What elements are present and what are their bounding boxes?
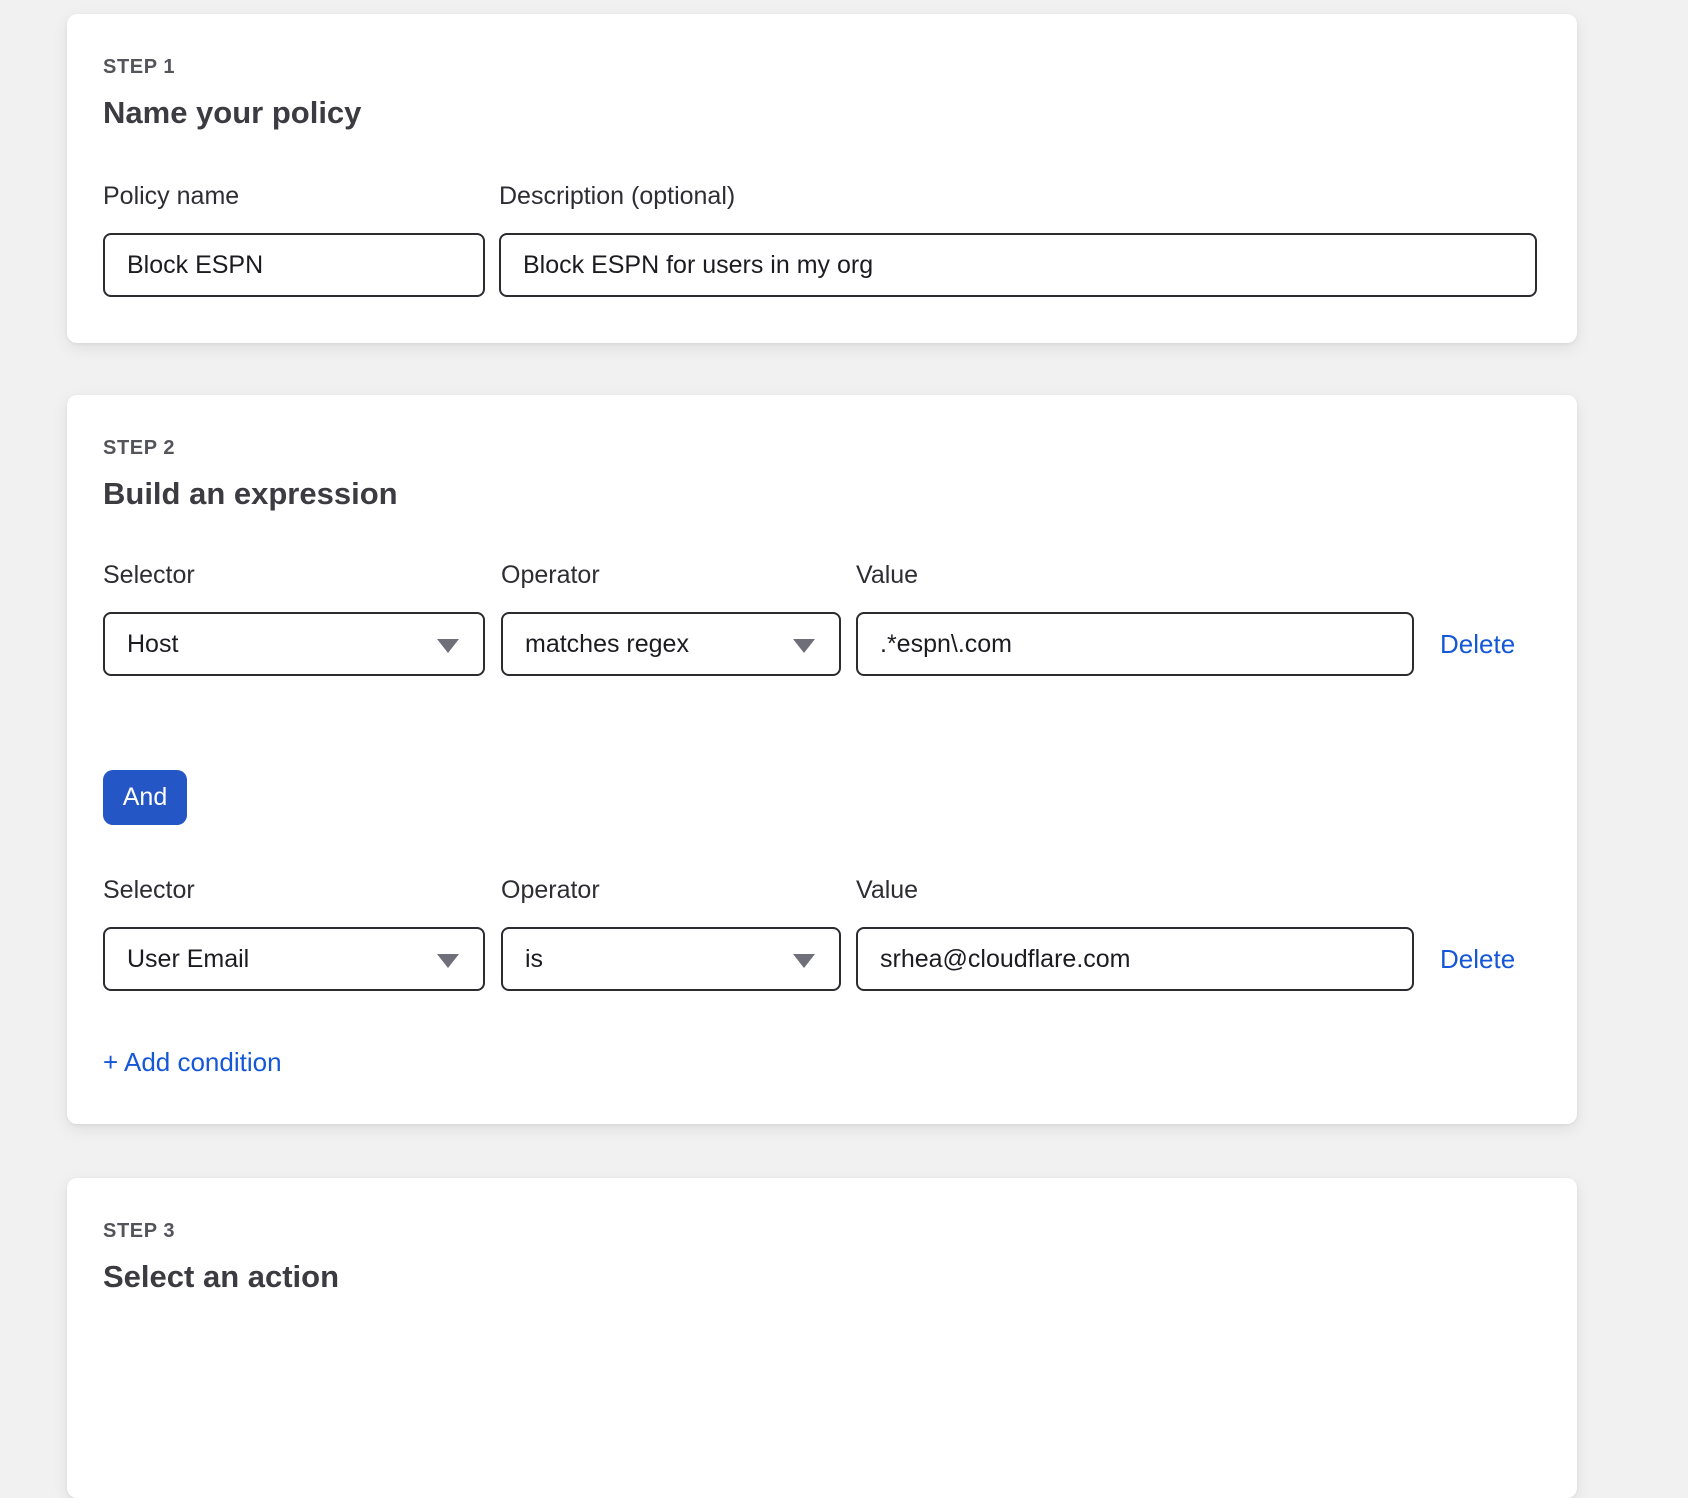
value-label: Value	[856, 875, 1414, 905]
chevron-down-icon	[793, 639, 815, 653]
operator-dropdown-2-value: is	[525, 945, 543, 974]
step1-card: STEP 1 Name your policy Policy name Desc…	[67, 14, 1577, 343]
step3-title: Select an action	[103, 1259, 1537, 1295]
delete-condition-2-link[interactable]: Delete	[1440, 944, 1515, 975]
operator-dropdown-1[interactable]: matches regex	[501, 612, 841, 676]
step3-card: STEP 3 Select an action	[67, 1178, 1577, 1498]
description-label: Description (optional)	[499, 181, 1537, 211]
step2-card: STEP 2 Build an expression Selector Host…	[67, 395, 1577, 1124]
selector-dropdown-2[interactable]: User Email	[103, 927, 485, 991]
chevron-down-icon	[437, 954, 459, 968]
policy-name-label: Policy name	[103, 181, 485, 211]
policy-name-input[interactable]	[103, 233, 485, 297]
step2-label: STEP 2	[103, 437, 1537, 460]
selector-dropdown-1-value: Host	[127, 630, 178, 659]
step1-label: STEP 1	[103, 56, 1537, 79]
condition-row-2: Selector User Email Operator is Value De…	[103, 875, 1537, 991]
and-join-button[interactable]: And	[103, 770, 187, 825]
step2-title: Build an expression	[103, 476, 1537, 512]
selector-dropdown-2-value: User Email	[127, 945, 249, 974]
chevron-down-icon	[437, 639, 459, 653]
value-label: Value	[856, 560, 1414, 590]
value-input-2[interactable]	[856, 927, 1414, 991]
operator-label: Operator	[501, 875, 841, 905]
selector-dropdown-1[interactable]: Host	[103, 612, 485, 676]
selector-label: Selector	[103, 560, 485, 590]
condition-row-1: Selector Host Operator matches regex Val…	[103, 560, 1537, 676]
step1-title: Name your policy	[103, 95, 1537, 131]
selector-label: Selector	[103, 875, 485, 905]
value-input-1[interactable]	[856, 612, 1414, 676]
description-input[interactable]	[499, 233, 1537, 297]
operator-dropdown-2[interactable]: is	[501, 927, 841, 991]
step3-label: STEP 3	[103, 1220, 1537, 1243]
chevron-down-icon	[793, 954, 815, 968]
operator-label: Operator	[501, 560, 841, 590]
delete-condition-1-link[interactable]: Delete	[1440, 629, 1515, 660]
operator-dropdown-1-value: matches regex	[525, 630, 689, 659]
add-condition-link[interactable]: + Add condition	[103, 1047, 282, 1078]
